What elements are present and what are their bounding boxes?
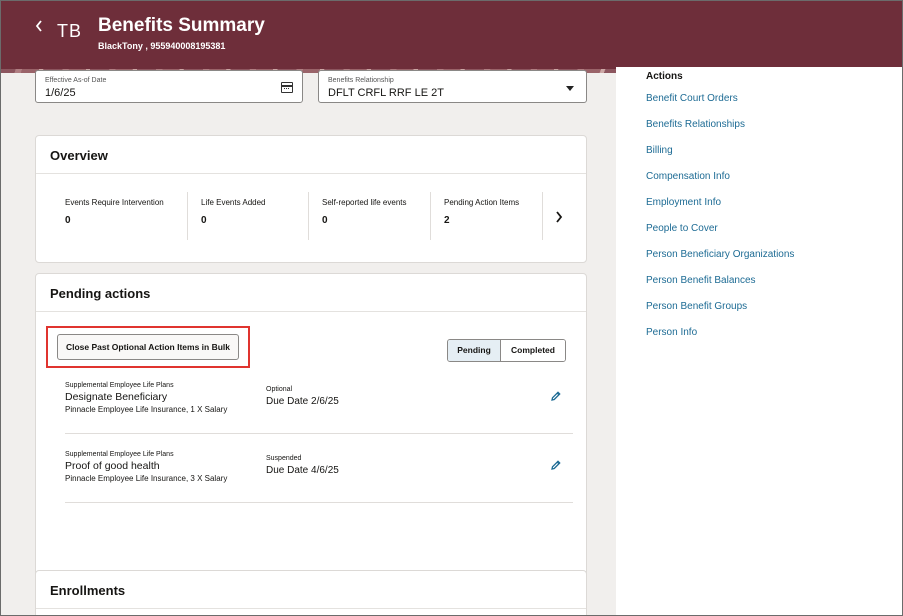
action-link-person-beneficiary-organizations[interactable]: Person Beneficiary Organizations <box>646 249 794 260</box>
metric-self-reported-life-events[interactable]: Self-reported life events 0 <box>322 198 407 242</box>
main-content: Effective As-of Date 1/6/25 Benefits Rel… <box>1 67 616 615</box>
chevron-down-icon[interactable] <box>566 86 574 91</box>
pending-actions-divider <box>36 311 586 312</box>
overview-divider <box>36 173 586 174</box>
metric-value: 0 <box>65 215 71 226</box>
metric-separator <box>430 192 431 240</box>
row-status-label: Optional <box>266 386 293 393</box>
metric-value: 2 <box>444 215 450 226</box>
effective-date-label: Effective As-of Date <box>45 77 107 84</box>
action-link-person-info[interactable]: Person Info <box>646 327 697 338</box>
metric-label: Self-reported life events <box>322 198 407 207</box>
tab-completed[interactable]: Completed <box>501 340 565 361</box>
back-button[interactable] <box>29 15 49 37</box>
close-past-optional-bulk-button[interactable]: Close Past Optional Action Items in Bulk <box>57 334 239 360</box>
action-link-benefits-relationships[interactable]: Benefits Relationships <box>646 119 745 130</box>
overview-title: Overview <box>50 148 108 163</box>
overview-card: Overview Events Require Intervention 0 L… <box>35 135 587 263</box>
pending-action-row[interactable]: Supplemental Employee Life Plans Proof o… <box>65 451 573 483</box>
metric-events-require-intervention[interactable]: Events Require Intervention 0 <box>65 198 164 242</box>
tab-pending[interactable]: Pending <box>448 340 501 361</box>
row-divider <box>65 433 573 434</box>
effective-date-field[interactable]: Effective As-of Date 1/6/25 <box>35 70 303 103</box>
row-status-label: Suspended <box>266 455 302 462</box>
action-link-person-benefit-balances[interactable]: Person Benefit Balances <box>646 275 756 286</box>
pending-actions-title: Pending actions <box>50 286 151 301</box>
metric-value: 0 <box>201 215 207 226</box>
row-due-date: Due Date 4/6/25 <box>266 465 339 476</box>
metric-separator <box>187 192 188 240</box>
overview-next-button[interactable] <box>554 210 564 227</box>
enrollments-card: Enrollments <box>35 570 587 615</box>
action-link-compensation-info[interactable]: Compensation Info <box>646 171 730 182</box>
action-link-person-benefit-groups[interactable]: Person Benefit Groups <box>646 301 747 312</box>
metric-life-events-added[interactable]: Life Events Added 0 <box>201 198 266 242</box>
metric-pending-action-items[interactable]: Pending Action Items 2 <box>444 198 519 242</box>
chevron-right-icon <box>556 211 563 223</box>
metric-separator <box>308 192 309 240</box>
chevron-left-icon <box>35 20 42 32</box>
page-subtitle: BlackTony , 955940008195381 <box>98 41 226 51</box>
actions-panel: Actions Benefit Court Orders Benefits Re… <box>616 67 902 615</box>
action-link-employment-info[interactable]: Employment Info <box>646 197 721 208</box>
edit-icon[interactable] <box>550 390 562 402</box>
edit-icon[interactable] <box>550 459 562 471</box>
calendar-icon[interactable] <box>281 82 293 93</box>
metric-value: 0 <box>322 215 328 226</box>
row-status: Optional Due Date 2/6/25 <box>266 386 339 407</box>
avatar: TB <box>57 21 83 41</box>
pending-action-row[interactable]: Supplemental Employee Life Plans Designa… <box>65 382 573 414</box>
benefits-relationship-label: Benefits Relationship <box>328 77 394 84</box>
row-due-date: Due Date 2/6/25 <box>266 396 339 407</box>
metric-separator <box>542 192 543 240</box>
effective-date-value: 1/6/25 <box>45 87 76 99</box>
action-link-people-to-cover[interactable]: People to Cover <box>646 223 718 234</box>
benefits-relationship-value: DFLT CRFL RRF LE 2T <box>328 87 444 99</box>
pending-actions-card: Pending actions Close Past Optional Acti… <box>35 273 587 615</box>
benefits-relationship-select[interactable]: Benefits Relationship DFLT CRFL RRF LE 2… <box>318 70 587 103</box>
enrollments-title: Enrollments <box>50 583 126 598</box>
page-title: Benefits Summary <box>98 15 265 36</box>
actions-heading: Actions <box>646 71 683 82</box>
metric-label: Life Events Added <box>201 198 266 207</box>
metric-label: Events Require Intervention <box>65 198 164 207</box>
enrollments-divider <box>36 608 586 609</box>
app-window: TB Benefits Summary BlackTony , 95594000… <box>0 0 903 616</box>
metric-label: Pending Action Items <box>444 198 520 207</box>
action-link-billing[interactable]: Billing <box>646 145 673 156</box>
page-header: TB Benefits Summary BlackTony , 95594000… <box>1 1 902 69</box>
status-toggle: Pending Completed <box>447 339 566 362</box>
row-status: Suspended Due Date 4/6/25 <box>266 455 339 476</box>
row-divider <box>65 502 573 503</box>
action-link-benefit-court-orders[interactable]: Benefit Court Orders <box>646 93 738 104</box>
